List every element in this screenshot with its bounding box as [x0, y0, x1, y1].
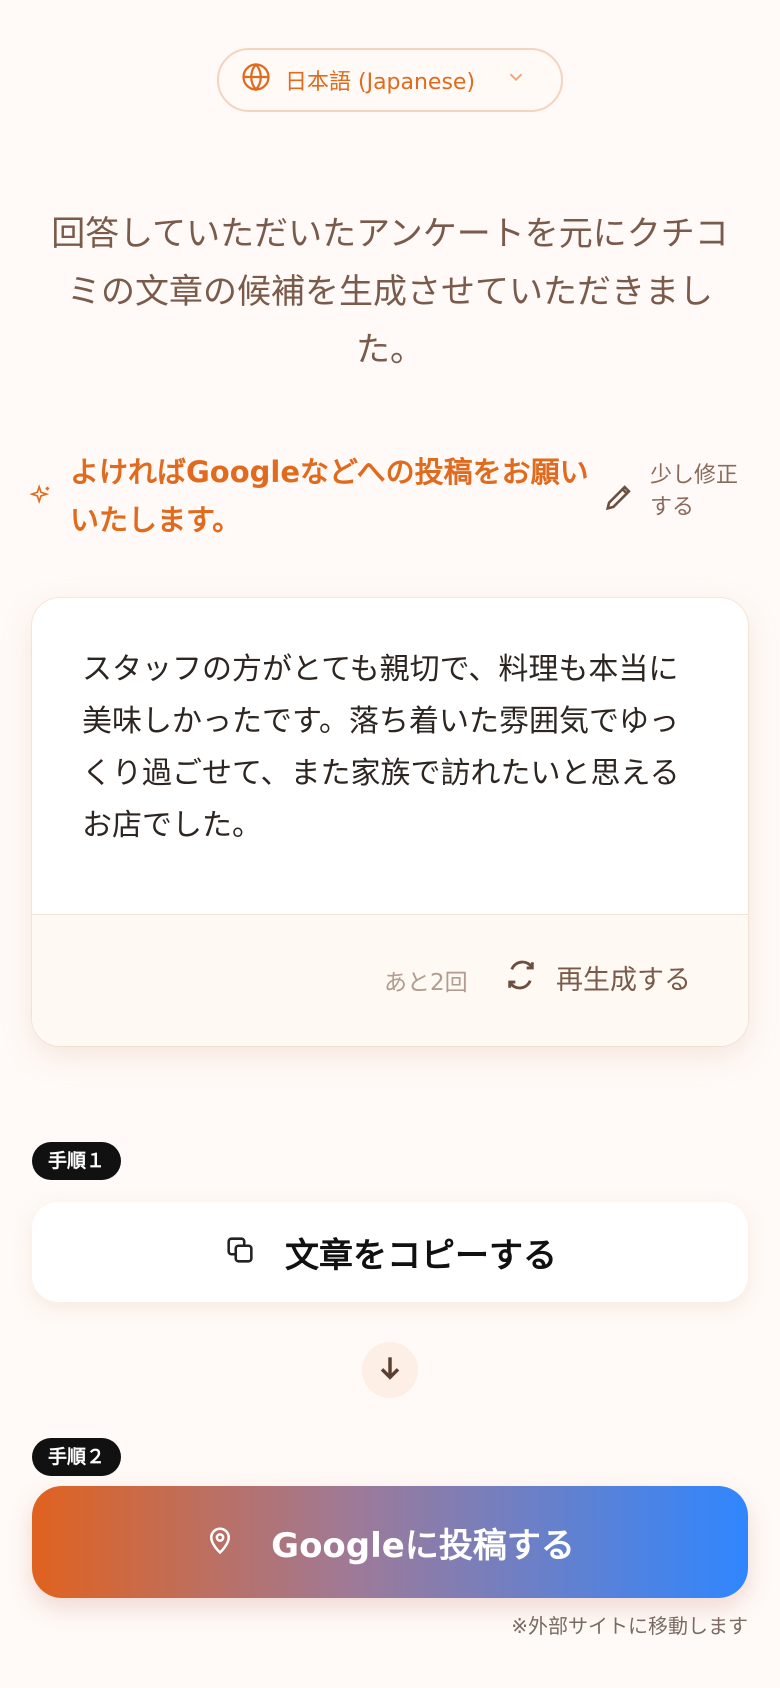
step2-badge: 手順２	[32, 1438, 122, 1476]
copy-icon	[223, 1233, 257, 1271]
review-card: スタッフの方がとても親切で、料理も本当に美味しかったです。落ち着いた雰囲気でゆっ…	[32, 598, 748, 1046]
external-site-note: ※外部サイトに移動します	[511, 1614, 748, 1638]
language-label: 日本語 (Japanese)	[285, 70, 476, 95]
review-text: スタッフの方がとても親切で、料理も本当に美味しかったです。落ち着いた雰囲気でゆっ…	[82, 652, 680, 843]
post-to-google-label: Googleに投稿する	[271, 1525, 575, 1566]
intro-text: 回答していただいたアンケートを元にクチコミの文章の候補を生成させていただきました…	[51, 214, 729, 370]
copy-button[interactable]: 文章をコピーする	[32, 1202, 748, 1302]
chevron-down-icon	[505, 66, 527, 94]
arrow-down-indicator	[362, 1342, 418, 1398]
language-selector[interactable]: 日本語 (Japanese)	[217, 48, 563, 112]
edit-button[interactable]: 少し修正する	[602, 460, 750, 540]
regenerate-label: 再生成する	[556, 964, 691, 996]
copy-button-label: 文章をコピーする	[285, 1235, 557, 1276]
review-card-footer: あと2回 再生成する	[32, 914, 748, 1046]
remaining-count: あと2回	[384, 970, 468, 996]
arrow-down-icon	[374, 1352, 406, 1388]
regenerate-button[interactable]: 再生成する	[504, 957, 691, 997]
step1-badge: 手順１	[32, 1142, 122, 1180]
prompt-text: よければGoogleなどへの投稿をお願いいたします。	[70, 455, 589, 537]
edit-button-label: 少し修正する	[650, 463, 739, 520]
prompt-row: よければGoogleなどへの投稿をお願いいたします。 少し修正する	[29, 448, 750, 548]
globe-icon	[241, 62, 271, 98]
refresh-icon	[504, 958, 538, 996]
sparkle-icon	[29, 484, 52, 510]
post-to-google-button[interactable]: Googleに投稿する	[32, 1486, 748, 1598]
location-pin-icon	[205, 1523, 235, 1561]
pencil-icon	[602, 480, 636, 518]
